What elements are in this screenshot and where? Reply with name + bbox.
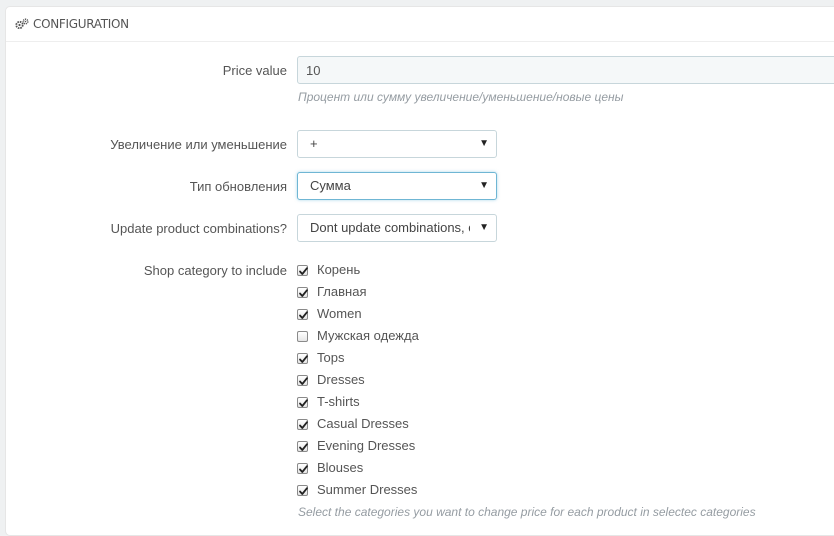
panel-title: CONFIGURATION <box>33 17 129 31</box>
category-label: Корень <box>317 262 361 277</box>
category-checkbox[interactable] <box>297 397 308 408</box>
category-label: Women <box>317 306 362 321</box>
category-checkbox[interactable] <box>297 375 308 386</box>
checkmark-icon <box>299 465 308 473</box>
categories-label: Shop category to include <box>143 263 287 278</box>
category-checkbox[interactable] <box>297 287 308 298</box>
checkmark-icon <box>299 311 308 319</box>
category-checkbox[interactable] <box>297 463 308 474</box>
price-value-label: Price value <box>222 63 287 78</box>
category-label: Главная <box>317 284 367 299</box>
update-type-selected-value: Сумма <box>310 178 351 193</box>
category-label: Tops <box>317 350 345 365</box>
checkmark-icon <box>299 399 308 407</box>
caret-down-icon: ▼ <box>479 180 489 191</box>
checkmark-icon <box>299 355 308 363</box>
direction-select[interactable]: + ▼ <box>297 130 497 158</box>
category-label: Blouses <box>317 460 364 475</box>
category-checkbox[interactable] <box>297 441 308 452</box>
category-label: T-shirts <box>317 394 360 409</box>
category-label: Casual Dresses <box>317 416 409 431</box>
category-label: Мужская одежда <box>317 328 419 343</box>
category-checkbox[interactable] <box>297 265 308 276</box>
category-label: Summer Dresses <box>317 482 418 497</box>
category-label: Evening Dresses <box>317 438 416 453</box>
category-label: Dresses <box>317 372 365 387</box>
update-type-select[interactable]: Сумма ▼ <box>297 172 497 200</box>
update-type-label: Тип обновления <box>189 179 287 194</box>
combinations-selected-value: Dont update combinations, o <box>310 220 470 235</box>
checkmark-icon <box>299 487 308 495</box>
checkmark-icon <box>299 377 308 385</box>
category-checkbox[interactable] <box>297 309 308 320</box>
category-checkbox[interactable] <box>297 419 308 430</box>
direction-selected-value: + <box>310 136 318 151</box>
categories-help: Select the categories you want to change… <box>298 505 756 519</box>
category-checkbox[interactable] <box>297 485 308 496</box>
caret-down-icon: ▼ <box>479 138 489 149</box>
price-value-help: Процент или сумму увеличение/уменьшение/… <box>298 90 624 104</box>
combinations-select[interactable]: Dont update combinations, o ▼ <box>297 214 497 242</box>
cogs-icon <box>15 17 29 30</box>
combinations-label: Update product combinations? <box>110 221 287 236</box>
panel-heading: CONFIGURATION <box>6 7 834 42</box>
checkmark-icon <box>299 267 308 275</box>
category-checkbox[interactable] <box>297 353 308 364</box>
category-checkbox[interactable] <box>297 331 308 342</box>
price-value-input[interactable] <box>297 56 834 84</box>
direction-label: Увеличение или уменьшение <box>110 137 287 152</box>
checkmark-icon <box>299 289 308 297</box>
checkmark-icon <box>299 443 308 451</box>
configuration-panel: CONFIGURATION <box>5 6 834 536</box>
checkmark-icon <box>299 421 308 429</box>
caret-down-icon: ▼ <box>479 222 489 233</box>
